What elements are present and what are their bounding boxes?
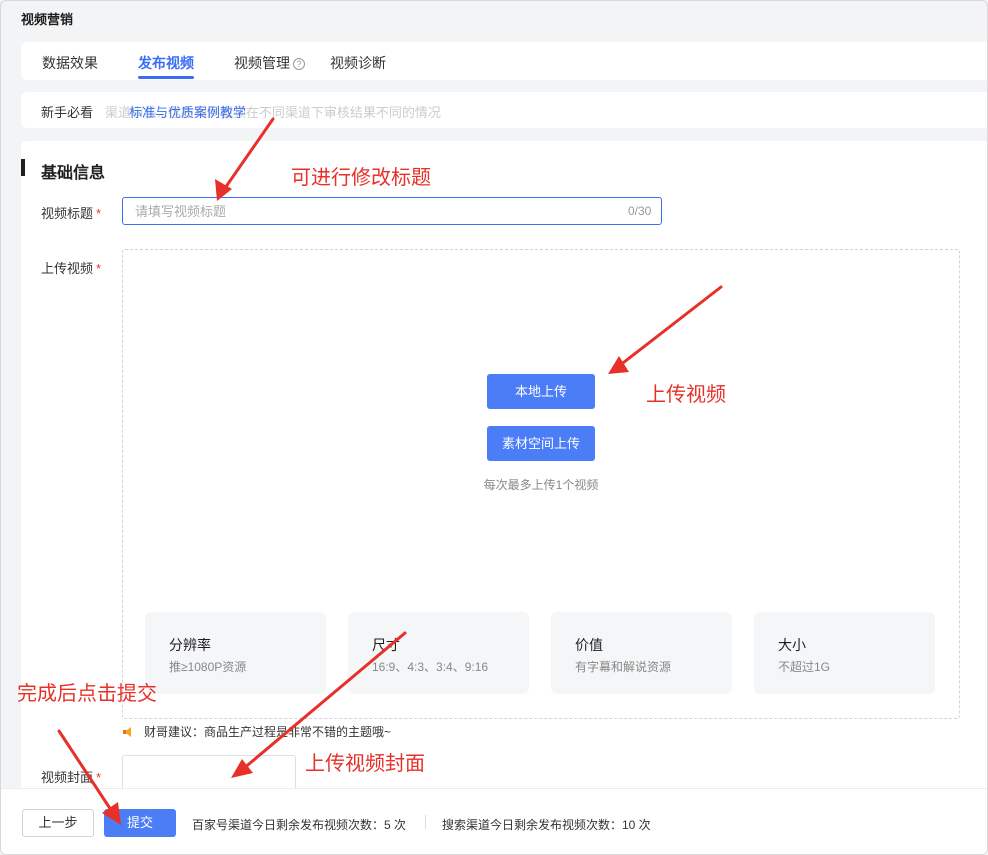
annotation-upload-video: 上传视频 xyxy=(646,384,726,406)
suggestion-tip: 财哥建议：商品生产过程是非常不错的主题哦~ xyxy=(122,723,391,740)
upload-video-label-text: 上传视频 xyxy=(41,261,94,276)
annotation-submit-after: 完成后点击提交 xyxy=(17,683,157,705)
footer-action-bar: 上一步 提交 百家号渠道今日剩余发布视频次数：5 次 搜索渠道今日剩余发布视频次… xyxy=(1,788,987,854)
tab-video-diagnosis[interactable]: 视频诊断 xyxy=(330,53,386,73)
baijiahao-quota-text: 百家号渠道今日剩余发布视频次数：5 次 xyxy=(192,818,407,832)
required-mark: * xyxy=(96,770,102,785)
tab-video-management[interactable]: 视频管理? xyxy=(234,53,305,73)
upload-hint: 每次最多上传1个视频 xyxy=(483,478,599,492)
tab-video-management-label: 视频管理 xyxy=(234,55,290,71)
material-space-upload-button[interactable]: 素材空间上传 xyxy=(487,426,595,461)
video-cover-label: 视频封面 * xyxy=(41,767,101,786)
app-frame: 视频营销 数据效果 发布视频 视频管理? 视频诊断 渠道审核...存在相同视频在… xyxy=(0,0,988,855)
search-quota-text: 搜索渠道今日剩余发布视频次数：10 次 xyxy=(442,818,651,832)
spec-card-resolution: 分辨率 推≥1080P资源 xyxy=(145,612,326,694)
page-title: 视频营销 xyxy=(21,12,74,27)
spec-desc: 有字幕和解说资源 xyxy=(575,660,672,674)
footer-divider xyxy=(425,815,426,829)
upload-video-label: 上传视频 * xyxy=(41,258,101,277)
spec-desc: 推≥1080P资源 xyxy=(169,660,247,674)
local-upload-button[interactable]: 本地上传 xyxy=(487,374,595,409)
spec-desc: 不超过1G xyxy=(778,660,831,674)
title-char-counter: 0/30 xyxy=(628,204,652,218)
video-title-input[interactable] xyxy=(122,197,662,225)
previous-step-button[interactable]: 上一步 xyxy=(22,809,94,837)
megaphone-icon xyxy=(123,727,131,737)
spec-card-value: 价值 有字幕和解说资源 xyxy=(551,612,732,694)
spec-desc: 16:9、4:3、3:4、9:16 xyxy=(372,660,489,674)
spec-title: 大小 xyxy=(778,637,806,653)
spec-title: 尺寸 xyxy=(372,637,400,653)
submit-button[interactable]: 提交 xyxy=(104,809,176,837)
video-upload-dropzone[interactable]: 本地上传 素材空间上传 每次最多上传1个视频 分辨率 推≥1080P资源 尺寸 … xyxy=(122,249,960,719)
spec-card-filesize: 大小 不超过1G xyxy=(754,612,935,694)
tab-bar: 数据效果 发布视频 视频管理? 视频诊断 xyxy=(21,42,987,80)
video-title-label: 视频标题 * xyxy=(41,203,101,222)
section-title: 基础信息 xyxy=(41,165,106,182)
section-marker xyxy=(21,159,25,176)
required-mark: * xyxy=(96,206,102,221)
notice-label: 新手必看 xyxy=(41,105,94,120)
spec-title: 分辨率 xyxy=(169,637,211,653)
basic-info-card: 基础信息 视频标题* 0/30 上传视频* 本地上传 素材空间上传 每次最多上传… xyxy=(21,141,987,805)
tab-data-effect[interactable]: 数据效果 xyxy=(42,53,98,73)
help-icon[interactable]: ? xyxy=(293,58,305,70)
spec-card-size: 尺寸 16:9、4:3、3:4、9:16 xyxy=(348,612,529,694)
annotation-upload-cover: 上传视频封面 xyxy=(305,753,425,775)
suggestion-text: 财哥建议：商品生产过程是非常不错的主题哦~ xyxy=(144,725,392,739)
tutorial-link[interactable]: 标准与优质案例教学 xyxy=(129,102,246,121)
video-title-label-text: 视频标题 xyxy=(41,206,94,221)
spec-title: 价值 xyxy=(575,637,603,653)
video-cover-label-text: 视频封面 xyxy=(41,770,94,785)
annotation-edit-title: 可进行修改标题 xyxy=(291,167,431,189)
active-tab-indicator xyxy=(138,76,194,79)
required-mark: * xyxy=(96,261,102,276)
notice-bar: 渠道审核...存在相同视频在不同渠道下审核结果不同的情况 新手必看 标准与优质案… xyxy=(21,92,987,128)
tab-publish-video[interactable]: 发布视频 xyxy=(138,53,194,73)
